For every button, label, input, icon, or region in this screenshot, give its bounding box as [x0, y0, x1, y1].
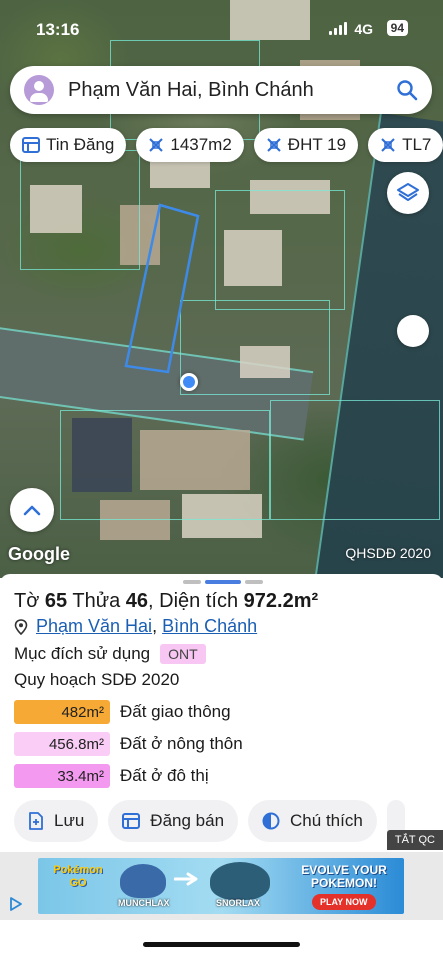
list-icon	[22, 137, 40, 153]
chip-label: ĐHT 19	[287, 135, 347, 154]
opacity-slider-handle[interactable]	[397, 315, 429, 347]
map-pin-icon	[14, 618, 28, 635]
pattern-icon	[267, 138, 281, 152]
chevron-up-icon	[23, 505, 41, 516]
ad-headline: EVOLVE YOUR POKEMON!	[301, 863, 387, 890]
munchlax-image	[120, 864, 166, 898]
signal-icon	[329, 22, 347, 35]
network-type: 4G	[354, 21, 373, 37]
land-use-purpose: Mục đích sử dụng ONT	[14, 644, 206, 664]
zone-label: Đất ở đô thị	[120, 766, 209, 785]
zone-label: Đất ở nông thôn	[120, 734, 243, 753]
expand-panel-button[interactable]	[10, 488, 54, 532]
layers-button[interactable]	[387, 172, 429, 214]
layers-icon	[397, 183, 419, 201]
parcel-title: Tờ 65 Thửa 46, Diện tích 972.2m²	[14, 590, 319, 612]
ad-cta-button[interactable]: PLAY NOW	[312, 894, 376, 910]
ad-right-caption: SNORLAX	[216, 898, 261, 908]
search-query[interactable]: Phạm Văn Hai, Bình Chánh	[68, 79, 396, 102]
current-location-dot	[180, 373, 198, 391]
status-time: 13:16	[36, 20, 80, 39]
arrow-right-icon	[174, 872, 198, 886]
zone-row: 456.8m² Đất ở nông thôn	[14, 732, 243, 756]
ad-left-caption: MUNCHLAX	[118, 898, 170, 908]
battery-icon: 94	[386, 20, 408, 36]
close-ad-button[interactable]: TẮT QC	[386, 830, 443, 850]
ad-logo: Pokémon GO	[53, 864, 103, 889]
street-link[interactable]: Phạm Văn Hai	[36, 616, 152, 637]
google-logo: Google	[8, 544, 70, 564]
list-icon	[122, 813, 141, 829]
land-use-badge: ONT	[160, 644, 206, 664]
zone-swatch: 456.8m²	[14, 732, 110, 756]
search-icon[interactable]	[396, 79, 418, 101]
chip-label: Tin Đăng	[46, 135, 115, 154]
zone-label: Đất giao thông	[120, 702, 231, 721]
contrast-icon	[262, 812, 280, 830]
home-indicator[interactable]	[143, 942, 300, 947]
ad-creative[interactable]: Pokémon GO MUNCHLAX SNORLAX EVOLVE YOUR …	[38, 858, 404, 914]
pattern-icon	[381, 138, 395, 152]
post-sale-button[interactable]: Đăng bán	[108, 800, 239, 842]
legend-button[interactable]: Chú thích	[248, 800, 377, 842]
panel-drag-handle[interactable]	[183, 580, 263, 584]
plan-heading: Quy hoạch SDĐ 2020	[14, 670, 180, 689]
chip-tin-dang[interactable]: Tin Đăng	[10, 128, 127, 162]
chip-area[interactable]: 1437m2	[136, 128, 244, 162]
status-bar: 13:16 4G 94	[0, 0, 443, 56]
parcel-address: Phạm Văn Hai, Bình Chánh	[14, 616, 257, 637]
district-link[interactable]: Bình Chánh	[162, 616, 257, 637]
zone-swatch: 482m²	[14, 700, 110, 724]
chip-label: 1437m2	[170, 135, 232, 154]
save-icon	[29, 812, 43, 830]
zone-swatch: 33.4m²	[14, 764, 110, 788]
chip-dht[interactable]: ĐHT 19	[253, 128, 359, 162]
zone-row: 33.4m² Đất ở đô thị	[14, 764, 209, 788]
action-buttons: Lưu Đăng bán Chú thích	[14, 800, 405, 842]
filter-chips: Tin Đăng 1437m2 ĐHT 19 TL7	[10, 128, 443, 162]
chip-tl[interactable]: TL7	[368, 128, 443, 162]
save-button[interactable]: Lưu	[14, 800, 99, 842]
avatar[interactable]	[24, 75, 54, 105]
ad-banner[interactable]: Pokémon GO MUNCHLAX SNORLAX EVOLVE YOUR …	[0, 852, 443, 920]
zone-row: 482m² Đất giao thông	[14, 700, 231, 724]
map-layer-label: QHSDĐ 2020	[345, 545, 431, 561]
pattern-icon	[149, 138, 164, 152]
snorlax-image	[210, 862, 270, 900]
chip-label: TL7	[402, 135, 432, 154]
adchoices-icon[interactable]	[8, 896, 24, 912]
search-bar[interactable]: Phạm Văn Hai, Bình Chánh	[10, 66, 432, 114]
